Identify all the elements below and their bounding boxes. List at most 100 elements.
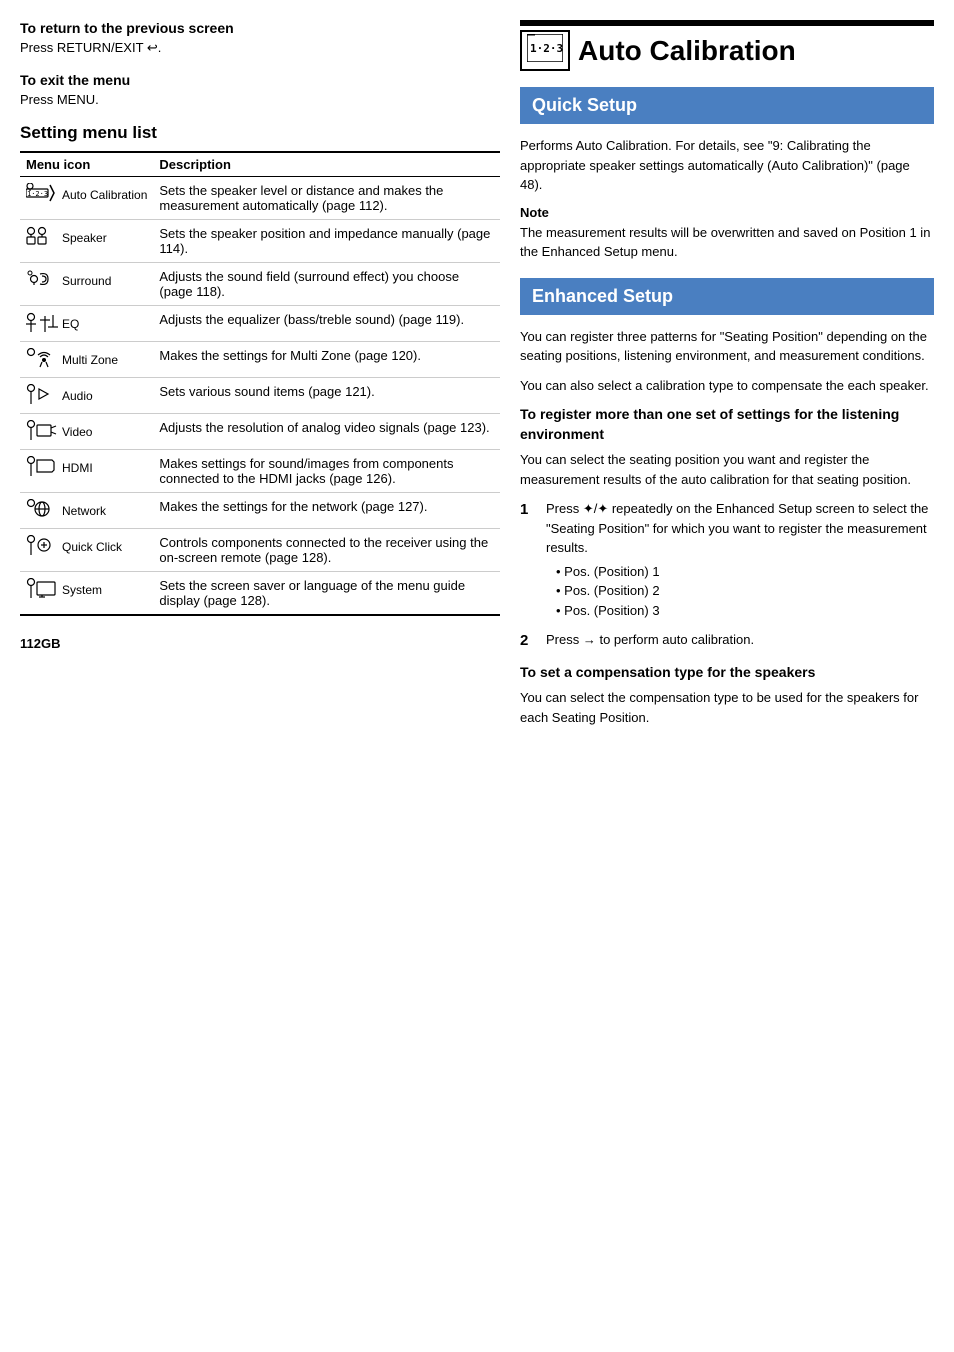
- icon-cell: Video: [20, 414, 153, 450]
- icon-label: Audio: [62, 389, 93, 403]
- icon-label: Auto Calibration: [62, 188, 147, 202]
- description-cell: Sets the screen saver or language of the…: [153, 572, 500, 616]
- col-menu-icon: Menu icon: [20, 152, 153, 177]
- icon-label: System: [62, 583, 102, 597]
- comp-text: You can select the compensation type to …: [520, 688, 934, 727]
- step2: 2 Press → to perform auto calibration.: [520, 630, 934, 653]
- quick-setup-text: Performs Auto Calibration. For details, …: [520, 136, 934, 195]
- icon-label: Speaker: [62, 231, 107, 245]
- menu-icon-multi-zone: [26, 348, 58, 371]
- description-cell: Adjusts the resolution of analog video s…: [153, 414, 500, 450]
- icon-wrap: HDMI: [26, 456, 147, 479]
- icon-wrap: Speaker: [26, 226, 147, 249]
- menu-icon-video: [26, 420, 58, 443]
- menu-icon-hdmi: [26, 456, 58, 479]
- table-row: Video Adjusts the resolution of analog vi…: [20, 414, 500, 450]
- icon-label: EQ: [62, 317, 79, 331]
- icon-label: Video: [62, 425, 92, 439]
- menu-icon-network: [26, 499, 58, 522]
- description-cell: Adjusts the sound field (surround effect…: [153, 263, 500, 306]
- return-title: To return to the previous screen: [20, 20, 500, 36]
- menu-icon-speaker: [26, 226, 58, 249]
- table-row: EQ Adjusts the equalizer (bass/treble sou…: [20, 306, 500, 342]
- icon-wrap: Video: [26, 420, 147, 443]
- enhanced-setup-header: Enhanced Setup: [520, 278, 934, 315]
- table-row: Network Makes the settings for the networ…: [20, 493, 500, 529]
- icon-wrap: Audio: [26, 384, 147, 407]
- page-header: 1·2·3 Auto Calibration: [520, 30, 934, 71]
- menu-table: Menu icon Description 1·2·3Auto Calibrat…: [20, 151, 500, 616]
- icon-wrap: 1·2·3 Auto Calibration: [26, 183, 147, 206]
- icon-label: Quick Click: [62, 540, 122, 554]
- icon-cell: Multi Zone: [20, 342, 153, 378]
- icon-wrap: Multi Zone: [26, 348, 147, 371]
- quick-setup-header: Quick Setup: [520, 87, 934, 124]
- step2-num: 2: [520, 630, 538, 653]
- description-cell: Sets various sound items (page 121).: [153, 378, 500, 414]
- description-cell: Adjusts the equalizer (bass/treble sound…: [153, 306, 500, 342]
- left-column: To return to the previous screen Press R…: [20, 20, 500, 1332]
- table-row: Multi Zone Makes the settings for Multi Z…: [20, 342, 500, 378]
- icon-cell: Quick Click: [20, 529, 153, 572]
- icon-label: HDMI: [62, 461, 93, 475]
- icon-wrap: Surround: [26, 269, 147, 292]
- exit-body: Press MENU.: [20, 92, 500, 107]
- top-bar: [520, 20, 934, 26]
- table-row: 1·2·3 Auto Calibration Sets the speaker le…: [20, 177, 500, 220]
- description-cell: Sets the speaker level or distance and m…: [153, 177, 500, 220]
- icon-cell: Audio: [20, 378, 153, 414]
- list-item: Pos. (Position) 1: [556, 562, 934, 582]
- icon-label: Network: [62, 504, 106, 518]
- description-cell: Controls components connected to the rec…: [153, 529, 500, 572]
- list-item: Pos. (Position) 2: [556, 581, 934, 601]
- icon-cell: Speaker: [20, 220, 153, 263]
- description-cell: Makes the settings for the network (page…: [153, 493, 500, 529]
- menu-icon-eq: [26, 312, 58, 335]
- table-row: Speaker Sets the speaker position and imp…: [20, 220, 500, 263]
- description-cell: Makes the settings for Multi Zone (page …: [153, 342, 500, 378]
- page: To return to the previous screen Press R…: [0, 0, 954, 1352]
- comp-title: To set a compensation type for the speak…: [520, 663, 934, 683]
- table-row: Surround Adjusts the sound field (surroun…: [20, 263, 500, 306]
- menu-icon-auto-calibration: 1·2·3: [26, 183, 58, 206]
- note-label: Note: [520, 205, 934, 220]
- enhanced-text1: You can register three patterns for "Sea…: [520, 327, 934, 366]
- icon-cell: EQ: [20, 306, 153, 342]
- icon-wrap: Network: [26, 499, 147, 522]
- icon-cell: 1·2·3 Auto Calibration: [20, 177, 153, 220]
- header-icon: 1·2·3: [520, 30, 570, 71]
- icon-cell: System: [20, 572, 153, 616]
- svg-text:1·2·3: 1·2·3: [27, 190, 48, 198]
- exit-title: To exit the menu: [20, 72, 500, 88]
- icon-label: Multi Zone: [62, 353, 118, 367]
- step1: 1 Press ✦/✦ repeatedly on the Enhanced S…: [520, 499, 934, 620]
- note-text: The measurement results will be overwrit…: [520, 223, 934, 262]
- menu-list-title: Setting menu list: [20, 123, 500, 143]
- icon-wrap: Quick Click: [26, 535, 147, 558]
- step2-text: Press → to perform auto calibration.: [546, 630, 754, 653]
- table-row: Audio Sets various sound items (page 121)…: [20, 378, 500, 414]
- menu-icon-quick-click: [26, 535, 58, 558]
- page-title: Auto Calibration: [578, 35, 796, 67]
- list-item: Pos. (Position) 3: [556, 601, 934, 621]
- register-title: To register more than one set of setting…: [520, 405, 934, 444]
- return-body: Press RETURN/EXIT ↩.: [20, 40, 500, 56]
- register-text: You can select the seating position you …: [520, 450, 934, 489]
- description-cell: Sets the speaker position and impedance …: [153, 220, 500, 263]
- table-row: HDMI Makes settings for sound/images from…: [20, 450, 500, 493]
- icon-label: Surround: [62, 274, 111, 288]
- icon-cell: HDMI: [20, 450, 153, 493]
- table-row: System Sets the screen saver or language …: [20, 572, 500, 616]
- enhanced-text2: You can also select a calibration type t…: [520, 376, 934, 396]
- step1-text: Press ✦/✦ repeatedly on the Enhanced Set…: [546, 501, 928, 555]
- svg-text:1·2·3: 1·2·3: [530, 42, 563, 55]
- icon-wrap: System: [26, 578, 147, 601]
- step1-bullet-list: Pos. (Position) 1Pos. (Position) 2Pos. (…: [546, 562, 934, 621]
- description-cell: Makes settings for sound/images from com…: [153, 450, 500, 493]
- step1-content: Press ✦/✦ repeatedly on the Enhanced Set…: [546, 499, 934, 620]
- icon-cell: Surround: [20, 263, 153, 306]
- table-row: Quick Click Controls components connected…: [20, 529, 500, 572]
- menu-icon-audio: [26, 384, 58, 407]
- icon-wrap: EQ: [26, 312, 147, 335]
- page-number: 112GB: [20, 636, 500, 651]
